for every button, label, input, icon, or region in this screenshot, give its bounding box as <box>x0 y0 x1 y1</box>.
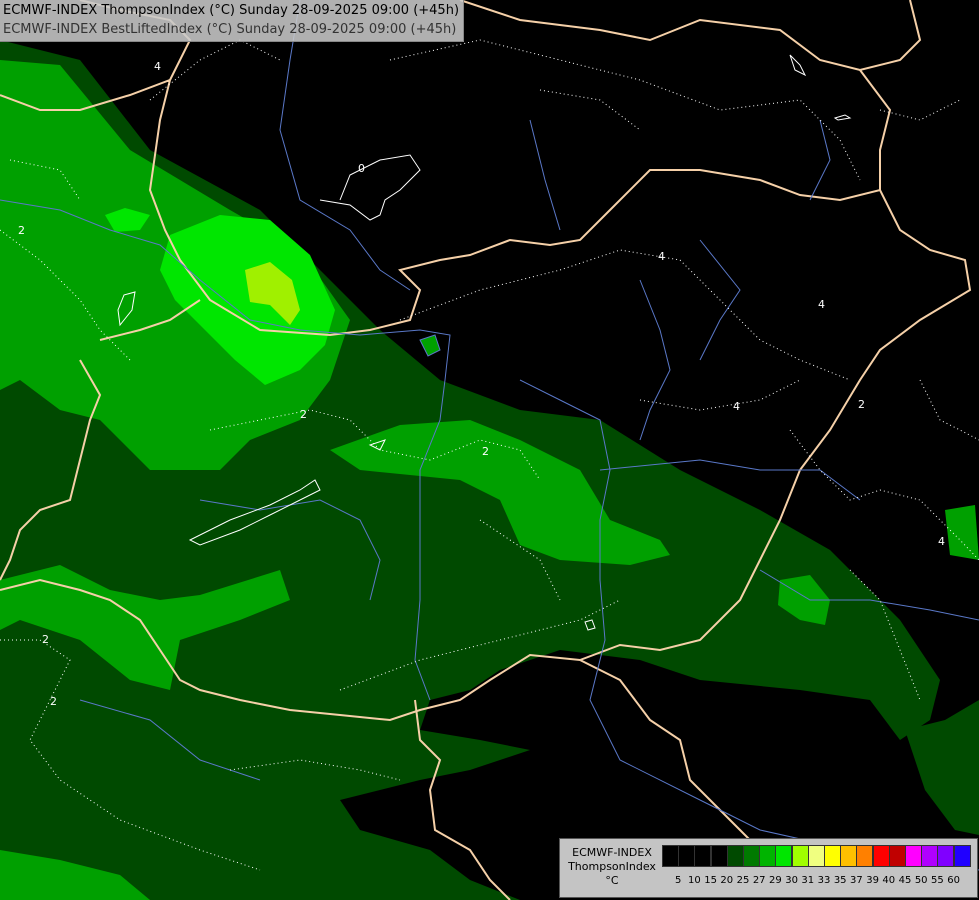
legend-swatch <box>710 845 728 867</box>
legend-swatch <box>759 845 777 867</box>
header-title-secondary: ECMWF-INDEX BestLiftedIndex (°C) Sunday … <box>3 22 457 37</box>
legend-swatch <box>791 845 809 867</box>
legend-swatch <box>905 845 922 867</box>
legend-swatch <box>678 845 696 867</box>
legend-tick-label: 60 <box>947 875 960 886</box>
legend-title-unit: °C <box>605 874 619 887</box>
legend-swatch <box>937 845 955 867</box>
contour-label: 2 <box>858 398 865 411</box>
legend-swatch <box>743 845 760 867</box>
color-legend: ECMWF-INDEX ThompsonIndex °C 5 10 15 20 25 27… <box>559 838 978 898</box>
contour-label: 2 <box>482 445 489 458</box>
contour-label: 4 <box>938 535 945 548</box>
legend-swatch <box>888 845 906 867</box>
contour-label: 0 <box>358 162 365 175</box>
contour-label: 4 <box>733 400 740 413</box>
header-title-primary: ECMWF-INDEX ThompsonIndex (°C) Sunday 28… <box>3 3 460 18</box>
legend-swatch <box>807 845 825 867</box>
index-area-25-27-se <box>945 505 979 560</box>
contour-label: 4 <box>818 298 825 311</box>
contour-label: 4 <box>658 250 665 263</box>
weather-map: 2 2 2 2 2 2 4 4 4 4 4 0 <box>0 0 979 900</box>
contour-label: 4 <box>154 60 161 73</box>
legend-title: ECMWF-INDEX ThompsonIndex °C <box>564 846 660 888</box>
map-header: ECMWF-INDEX ThompsonIndex (°C) Sunday 28… <box>0 0 465 42</box>
contour-label: 2 <box>50 695 57 708</box>
legend-swatch <box>872 845 890 867</box>
contour-label: 2 <box>18 224 25 237</box>
legend-swatch <box>840 845 858 867</box>
legend-swatch <box>662 845 679 867</box>
legend-swatch <box>694 845 712 867</box>
legend-title-model: ECMWF-INDEX <box>572 846 652 859</box>
contour-label: 2 <box>42 633 49 646</box>
legend-swatch <box>953 845 971 867</box>
legend-swatch <box>921 845 939 867</box>
legend-title-field: ThompsonIndex <box>568 860 656 873</box>
legend-swatch <box>856 845 874 867</box>
legend-swatch <box>824 845 841 867</box>
legend-swatch <box>726 845 744 867</box>
legend-swatch <box>775 845 793 867</box>
contour-label: 2 <box>300 408 307 421</box>
